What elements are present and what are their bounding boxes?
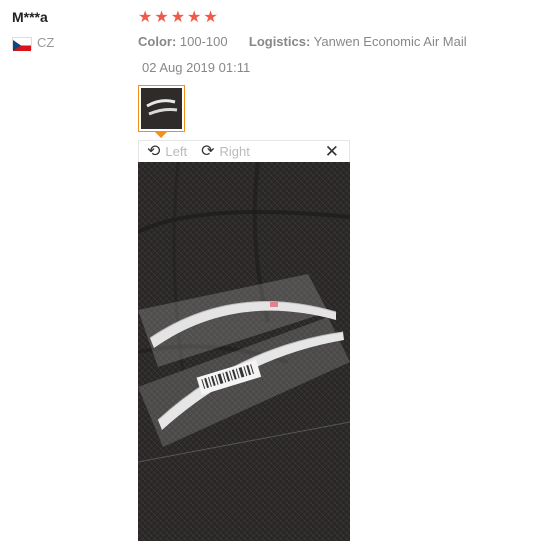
- review-photo: [138, 162, 350, 541]
- image-viewer-toolbar: ⟲ Left ⟳ Right ✕: [138, 140, 350, 162]
- review-date: 02 Aug 2019 01:11: [142, 60, 251, 75]
- rotate-right-button[interactable]: ⟳ Right: [201, 142, 250, 160]
- thumbnail-pointer: [155, 132, 167, 138]
- review-meta: Color: 100-100 Logistics: Yanwen Economi…: [138, 34, 467, 49]
- logistics-value: Yanwen Economic Air Mail: [313, 34, 467, 49]
- flag-icon: [12, 37, 32, 51]
- rotate-left-label: Left: [165, 144, 188, 159]
- rotate-right-label: Right: [219, 144, 250, 159]
- rotate-left-button[interactable]: ⟲ Left: [147, 142, 188, 160]
- star-icon: ★: [154, 9, 169, 26]
- close-icon[interactable]: ✕: [325, 142, 339, 162]
- star-icon: ★: [203, 9, 218, 26]
- thumbnail-image: [141, 88, 182, 129]
- country-code: CZ: [37, 35, 55, 50]
- rotate-left-icon: ⟲: [147, 142, 161, 160]
- reviewer-name: M***a: [12, 9, 48, 25]
- color-label: Color:: [138, 34, 177, 49]
- star-rating: ★ ★ ★ ★ ★: [138, 10, 218, 26]
- rotate-right-icon: ⟳: [201, 142, 215, 160]
- color-value: 100-100: [179, 34, 228, 49]
- star-icon: ★: [170, 9, 186, 26]
- star-icon: ★: [187, 9, 202, 26]
- photo-thumbnail[interactable]: [138, 85, 185, 132]
- star-icon: ★: [138, 9, 153, 26]
- logistics-label: Logistics:: [248, 34, 311, 49]
